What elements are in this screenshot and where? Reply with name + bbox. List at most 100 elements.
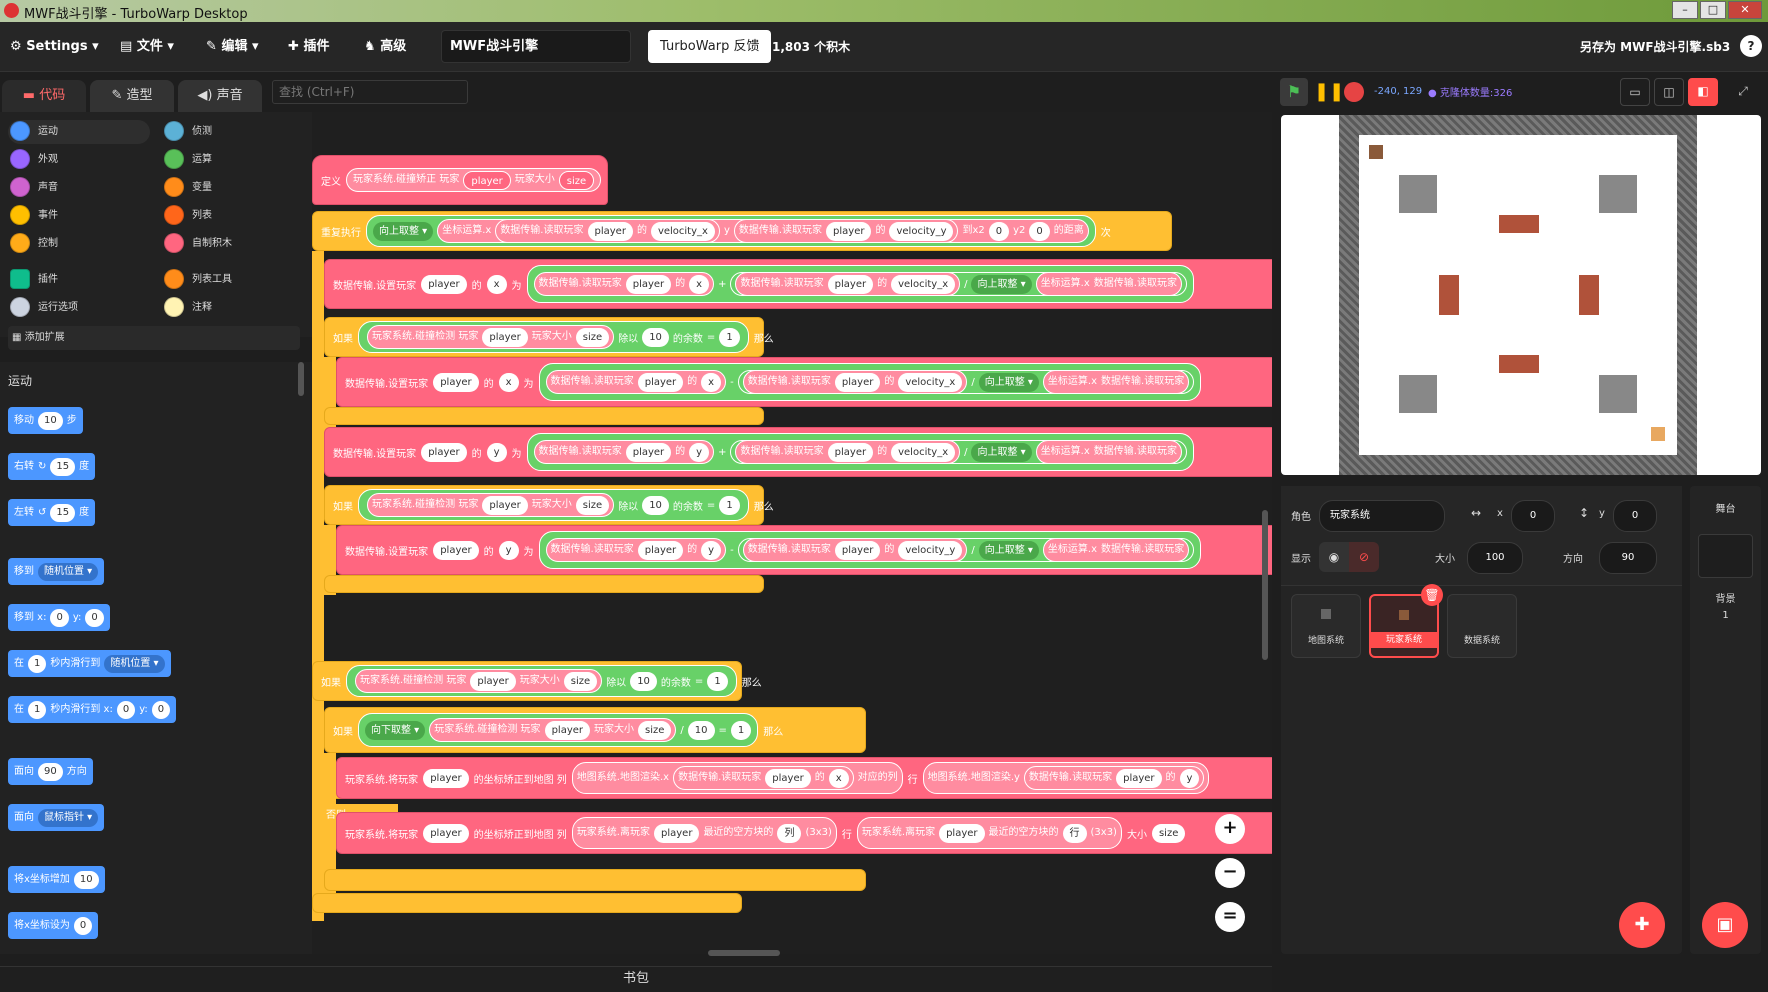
add-sprite-button[interactable]: ✚ (1619, 902, 1665, 948)
brush-icon: ✎ (111, 88, 123, 103)
maximize-button[interactable]: □ (1700, 1, 1726, 19)
turn-left-block[interactable]: 左转 ↺ 15 度 (8, 499, 96, 526)
glide-block[interactable]: 在 1 秒内滑行到 随机位置 ▾ (8, 650, 171, 677)
category-lists[interactable]: 列表 (164, 204, 212, 228)
green-flag-icon[interactable]: ⚑ (1280, 78, 1308, 106)
pause-icon[interactable]: ❚❚ (1314, 78, 1344, 106)
sprite-tile[interactable]: 数据系统 (1447, 594, 1517, 658)
category-looks[interactable]: 外观 (10, 148, 58, 172)
brick-block (1499, 355, 1539, 373)
y-arrow-icon: ↕ (1579, 506, 1590, 520)
turn-right-block[interactable]: 右转 ↻ 15 度 (8, 453, 96, 480)
tab-code[interactable]: ▬ 代码 (2, 80, 86, 112)
motion-dot-icon (10, 121, 30, 141)
help-icon[interactable]: ? (1740, 35, 1762, 57)
workspace-hscroll[interactable] (708, 950, 780, 956)
category-addons[interactable]: 插件 (10, 268, 58, 292)
stage-selector[interactable]: 舞台 背景 1 ▣ (1690, 486, 1761, 954)
point-direction-block[interactable]: 面向 90 方向 (8, 758, 93, 785)
sprite-info-panel: 角色 玩家系统 ↔ x 0 ↕ y 0 显示 ◉ ⊘ 大小 100 方向 90 … (1281, 486, 1682, 954)
tab-sounds[interactable]: ◀) 声音 (178, 80, 262, 112)
sprite-tile[interactable]: 地图系统 (1291, 594, 1361, 658)
edit-menu[interactable]: ✎ 编辑 ▾ (206, 22, 259, 72)
move-block[interactable]: 移动 10 步 (8, 407, 83, 434)
addons-dot-icon (10, 269, 30, 289)
file-menu[interactable]: ▤ 文件 ▾ (120, 22, 174, 72)
normal-stage-icon[interactable]: ◫ (1654, 78, 1684, 106)
script-workspace[interactable]: 定义 玩家系统.碰撞矫正 玩家 player 玩家大小 size 重复执行 向上取整 … (312, 112, 1272, 954)
stage-canvas[interactable] (1281, 115, 1761, 475)
category-runtime[interactable]: 运行选项 (10, 296, 78, 320)
set-x-block[interactable]: 将x坐标设为 0 (8, 912, 99, 939)
category-sound[interactable]: 声音 (10, 176, 58, 200)
category-list-tools[interactable]: 列表工具 (164, 268, 232, 292)
list-tools-dot-icon (164, 269, 184, 289)
x-input[interactable]: 0 (1511, 500, 1555, 532)
repeat-arm (312, 251, 324, 777)
app-icon (4, 3, 19, 18)
advanced-menu[interactable]: ♞ 高级 (364, 22, 406, 72)
backdrop-label: 背景 (1715, 594, 1736, 605)
correct-player-y-block[interactable]: 数据传输.设置玩家 player 的 y 为 数据传输.读取玩家 player 的 y - 数据传… (336, 525, 1272, 575)
if-collision-x-block[interactable]: 如果 玩家系统.碰撞检测 玩家 player 玩家大小 size 除以 10 的余数 = 1 那… (324, 317, 774, 357)
tab-costumes[interactable]: ✎ 造型 (90, 80, 174, 112)
runtime-dot-icon (10, 297, 30, 317)
round-up-dropdown[interactable]: 向上取整 ▾ (373, 221, 434, 241)
set-player-y-block[interactable]: 数据传输.设置玩家 player 的 y 为 数据传输.读取玩家 player 的 y + 数据传… (324, 427, 1272, 477)
size-input[interactable]: 100 (1467, 542, 1523, 574)
category-my-blocks[interactable]: 自制积木 (164, 232, 232, 256)
minimize-button[interactable]: – (1672, 1, 1698, 19)
set-player-x-block[interactable]: 数据传输.设置玩家 player 的 x 为 数据传输.读取玩家 player 的 x + 数据传… (324, 259, 1272, 309)
sprite-name-input[interactable]: 玩家系统 (1319, 500, 1445, 532)
events-dot-icon (10, 205, 30, 225)
category-sensing[interactable]: 侦测 (164, 120, 212, 144)
workspace-vscroll[interactable] (1262, 510, 1268, 660)
y-input[interactable]: 0 (1613, 500, 1657, 532)
repeat-block[interactable]: 重复执行 向上取整 ▾ 坐标运算.x 数据传输.读取玩家 player 的 veloci… (312, 211, 1172, 251)
clone-counter: ● 克隆体数量:326 (1428, 88, 1513, 99)
hide-eye-icon[interactable]: ⊘ (1349, 542, 1379, 572)
if-collision-y-block[interactable]: 如果 玩家系统.碰撞检测 玩家 player 玩家大小 size 除以 10 的余数 = 1 那… (324, 485, 774, 525)
search-input[interactable]: 查找 (Ctrl+F) (272, 80, 468, 104)
correct-player-x-block[interactable]: 数据传输.设置玩家 player 的 x 为 数据传输.读取玩家 player 的 x - 数据传… (336, 357, 1272, 407)
delete-sprite-icon[interactable]: 🗑 (1421, 584, 1443, 606)
palette-scrollbar[interactable] (298, 362, 304, 396)
addons-menu[interactable]: ✚ 插件 (288, 22, 329, 72)
save-as-button[interactable]: 另存为 MWF战斗引擎.sb3 (1580, 22, 1730, 72)
zoom-out-button[interactable]: − (1215, 858, 1245, 888)
add-extension-button[interactable]: ▦ 添加扩展 (8, 326, 300, 350)
backdrop-thumbnail[interactable] (1698, 534, 1753, 578)
show-eye-icon[interactable]: ◉ (1319, 542, 1349, 572)
zoom-reset-button[interactable]: = (1215, 902, 1245, 932)
project-title-input[interactable]: MWF战斗引擎 (441, 30, 631, 63)
zoom-in-button[interactable]: + (1215, 814, 1245, 844)
category-events[interactable]: 事件 (10, 204, 58, 228)
category-operators[interactable]: 运算 (164, 148, 212, 172)
backpack[interactable]: 书包 (0, 966, 1272, 992)
settings-menu[interactable]: ⚙ Settings ▾ (10, 22, 99, 72)
direction-input[interactable]: 90 (1599, 542, 1657, 574)
change-x-block[interactable]: 将x坐标增加 10 (8, 866, 105, 893)
point-towards-block[interactable]: 面向 鼠标指针 ▾ (8, 804, 105, 831)
close-button[interactable]: ✕ (1728, 1, 1762, 19)
block-count: 1,803 个积木 (772, 40, 851, 54)
goto-xy-block[interactable]: 移到 x: 0 y: 0 (8, 604, 110, 631)
add-backdrop-button[interactable]: ▣ (1702, 902, 1748, 948)
category-control[interactable]: 控制 (10, 232, 58, 256)
fullscreen-icon[interactable]: ⤢ (1728, 78, 1758, 106)
glide-xy-block[interactable]: 在 1 秒内滑行到 x: 0 y: 0 (8, 696, 177, 723)
player-sprite (1369, 145, 1383, 159)
stop-icon[interactable] (1344, 82, 1364, 102)
small-stage-icon[interactable]: ▭ (1620, 78, 1650, 106)
category-variables[interactable]: 变量 (164, 176, 212, 200)
category-motion[interactable]: 运动 (10, 120, 58, 144)
feedback-button[interactable]: TurboWarp 反馈 (648, 30, 772, 63)
file-icon: ▤ (120, 39, 133, 54)
operators-dot-icon (164, 149, 184, 169)
define-block[interactable]: 定义 玩家系统.碰撞矫正 玩家 player 玩家大小 size (312, 155, 608, 205)
category-comments[interactable]: 注释 (164, 296, 212, 320)
goto-block[interactable]: 移到 随机位置 ▾ (8, 558, 105, 585)
large-stage-icon[interactable]: ◧ (1688, 78, 1718, 106)
lists-dot-icon (164, 205, 184, 225)
sensing-dot-icon (164, 121, 184, 141)
